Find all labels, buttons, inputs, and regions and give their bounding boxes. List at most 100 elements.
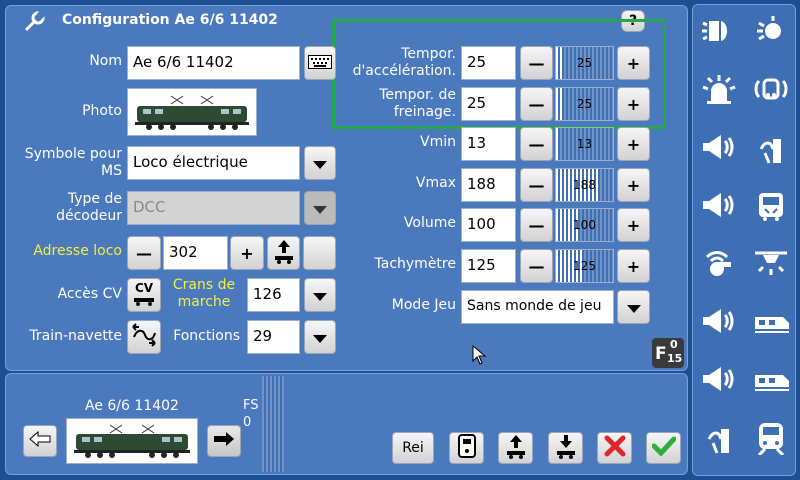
write-loco-button[interactable] — [498, 432, 533, 464]
whistle-icon — [705, 251, 731, 276]
param-plus-button-0[interactable]: + — [617, 46, 650, 80]
pantograph-icon — [707, 429, 729, 454]
fs-label: FS — [243, 398, 259, 413]
param-field-2[interactable]: 13 — [461, 127, 516, 161]
function-button-1[interactable] — [748, 10, 794, 52]
param-slider-3[interactable]: 188 — [555, 168, 614, 202]
param-slider-4[interactable]: 100 — [555, 208, 614, 242]
horn-low-icon — [703, 367, 734, 391]
address-plus-button[interactable]: + — [230, 236, 264, 270]
steps-select[interactable]: 126 — [247, 278, 300, 312]
mouse-cursor-icon — [472, 344, 488, 369]
param-field-0[interactable]: 25 — [461, 46, 516, 80]
functions-dropdown-button[interactable] — [304, 320, 336, 354]
read-address-button[interactable] — [267, 236, 300, 270]
horn-icon — [703, 135, 734, 159]
cancel-button[interactable] — [597, 432, 632, 464]
shuttle-button[interactable] — [127, 320, 161, 354]
cv-label: Accès CV — [57, 286, 122, 302]
function-button-2[interactable] — [696, 68, 742, 110]
function-button-5[interactable] — [748, 126, 794, 168]
checkmark-icon — [651, 436, 676, 460]
empty-button[interactable] — [303, 236, 336, 270]
function-button-10[interactable] — [696, 300, 742, 342]
plus-icon: + — [626, 94, 641, 114]
function-button-7[interactable] — [748, 184, 794, 226]
param-slider-value-4: 100 — [573, 218, 596, 232]
name-field[interactable]: Ae 6/6 11402 — [127, 46, 300, 80]
keyboard-button[interactable] — [304, 46, 336, 80]
param-label-2: Vmin — [420, 134, 456, 150]
plus-icon: + — [626, 256, 641, 276]
decoder-label: Type de décodeur — [56, 191, 122, 224]
loco-upload-icon — [272, 238, 296, 268]
function-button-0[interactable] — [696, 10, 742, 52]
function-button-14[interactable] — [696, 416, 742, 458]
param-label-5: Tachymètre — [374, 256, 456, 272]
param-field-4[interactable]: 100 — [461, 208, 516, 242]
param-slider-2[interactable]: 13 — [555, 127, 614, 161]
chevron-down-icon — [626, 298, 641, 317]
param-minus-button-0[interactable]: — — [520, 46, 553, 80]
address-field[interactable]: 302 — [163, 236, 228, 270]
param-field-1[interactable]: 25 — [461, 87, 516, 121]
param-label-4: Volume — [403, 215, 456, 231]
next-loco-button[interactable] — [207, 425, 241, 457]
param-minus-button-3[interactable]: — — [520, 168, 553, 202]
steps-dropdown-button[interactable] — [304, 278, 336, 312]
param-plus-button-3[interactable]: + — [617, 168, 650, 202]
minus-icon: — — [528, 175, 545, 195]
pantograph-horn-icon — [759, 139, 781, 164]
function-button-11[interactable] — [748, 300, 794, 342]
function-page-badge[interactable]: F 0 15 — [652, 338, 684, 368]
minus-icon: — — [528, 94, 545, 114]
param-field-3[interactable]: 188 — [461, 168, 516, 202]
mode-dropdown-button[interactable] — [617, 290, 650, 324]
f-badge-letter: F — [655, 344, 667, 364]
param-plus-button-2[interactable]: + — [617, 127, 650, 161]
loco-photo-image — [135, 95, 249, 130]
loco-photo[interactable] — [127, 88, 257, 136]
function-button-9[interactable] — [748, 242, 794, 284]
confirm-button[interactable] — [646, 432, 681, 464]
roof-light-icon — [755, 251, 787, 275]
head-light-icon — [702, 21, 727, 41]
cv-button[interactable]: CV — [127, 278, 161, 312]
param-plus-button-4[interactable]: + — [617, 208, 650, 242]
param-slider-value-1: 25 — [576, 97, 593, 111]
bottom-loco-photo[interactable] — [66, 418, 198, 464]
loco-icon — [133, 295, 155, 309]
function-button-6[interactable] — [696, 184, 742, 226]
param-slider-5[interactable]: 125 — [555, 249, 614, 283]
function-button-3[interactable] — [748, 68, 794, 110]
reset-button[interactable]: Rei — [392, 432, 434, 464]
param-slider-0[interactable]: 25 — [555, 46, 614, 80]
mode-select[interactable]: Sans monde de jeu — [461, 290, 614, 324]
param-slider-1[interactable]: 25 — [555, 87, 614, 121]
read-loco-button[interactable] — [548, 432, 583, 464]
param-minus-button-2[interactable]: — — [520, 127, 553, 161]
function-button-12[interactable] — [696, 358, 742, 400]
param-plus-button-5[interactable]: + — [617, 249, 650, 283]
param-field-5[interactable]: 125 — [461, 249, 516, 283]
param-minus-button-4[interactable]: — — [520, 208, 553, 242]
photo-label: Photo — [82, 103, 122, 119]
function-button-8[interactable] — [696, 242, 742, 284]
prev-loco-button[interactable] — [23, 425, 57, 457]
function-button-4[interactable] — [696, 126, 742, 168]
param-slider-value-5: 125 — [573, 259, 596, 273]
address-minus-button[interactable]: — — [127, 236, 161, 270]
interior-light-icon — [759, 193, 783, 221]
function-button-13[interactable] — [748, 358, 794, 400]
functions-select[interactable]: 29 — [247, 320, 300, 354]
radio-loco-icon — [754, 78, 788, 100]
param-slider-value-0: 25 — [576, 56, 593, 70]
symbol-dropdown-button[interactable] — [304, 146, 336, 180]
param-plus-button-1[interactable]: + — [617, 87, 650, 121]
param-minus-button-5[interactable]: — — [520, 249, 553, 283]
symbol-select[interactable]: Loco électrique — [127, 146, 300, 180]
close-icon — [604, 435, 626, 461]
decoder-settings-button[interactable] — [449, 432, 484, 464]
param-minus-button-1[interactable]: — — [520, 87, 553, 121]
function-button-15[interactable] — [748, 416, 794, 458]
